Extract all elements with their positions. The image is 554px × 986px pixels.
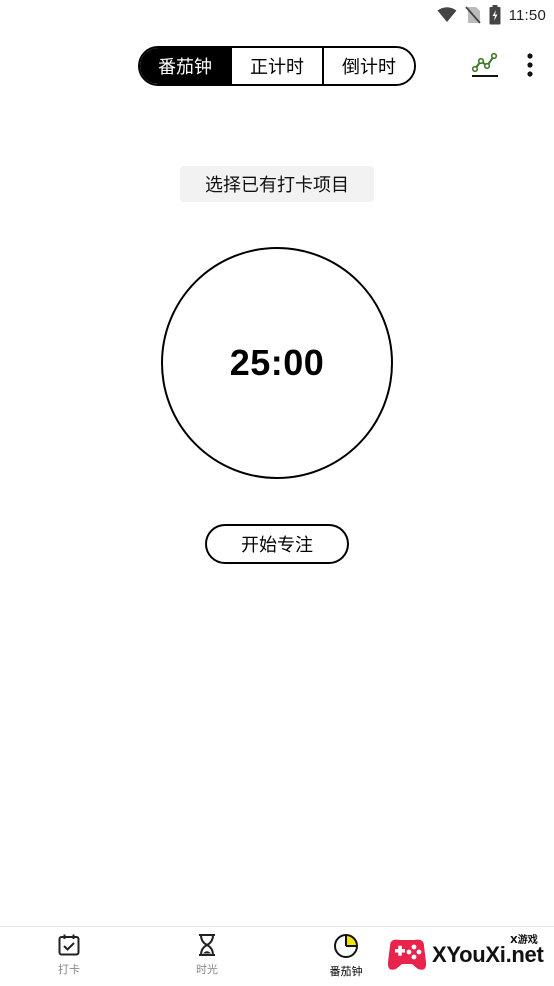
nav-item-time[interactable]: 时光 xyxy=(172,933,242,983)
watermark-badge: X游戏 xyxy=(510,935,538,946)
timer-circle: 25:00 xyxy=(161,247,393,479)
calendar-check-icon xyxy=(58,934,80,956)
start-focus-button[interactable]: 开始专注 xyxy=(205,524,349,564)
more-options-button[interactable] xyxy=(518,50,542,80)
line-chart-icon xyxy=(471,52,498,77)
tab-countdown[interactable]: 倒计时 xyxy=(322,48,414,84)
pomodoro-screen: 11:50 番茄钟 正计时 倒计时 选择已有打卡项目 25:00 开始专注 打卡… xyxy=(0,0,554,986)
tab-count-up[interactable]: 正计时 xyxy=(230,48,322,84)
nav-label-time: 时光 xyxy=(196,963,218,976)
nav-label-checkin: 打卡 xyxy=(58,963,80,976)
no-sim-icon xyxy=(464,6,481,24)
mode-tabs: 番茄钟 正计时 倒计时 xyxy=(138,46,416,86)
wifi-icon xyxy=(437,7,457,22)
gamepad-logo-icon xyxy=(387,939,427,970)
battery-charging-icon xyxy=(489,5,501,25)
watermark: XYouXi.net X游戏 xyxy=(384,928,550,984)
status-time: 11:50 xyxy=(508,6,546,24)
pie-clock-icon xyxy=(334,934,358,958)
status-bar: 11:50 xyxy=(0,0,554,30)
nav-item-pomodoro[interactable]: 番茄钟 xyxy=(311,933,381,983)
hourglass-icon xyxy=(199,934,215,956)
status-icons: 11:50 xyxy=(437,4,546,26)
nav-item-checkin[interactable]: 打卡 xyxy=(34,933,104,983)
project-select-button[interactable]: 选择已有打卡项目 xyxy=(180,166,374,202)
tab-pomodoro[interactable]: 番茄钟 xyxy=(140,48,230,84)
more-vertical-icon xyxy=(527,53,533,77)
stats-button[interactable] xyxy=(470,50,500,80)
timer-display: 25:00 xyxy=(229,342,325,383)
nav-label-pomodoro: 番茄钟 xyxy=(329,965,363,978)
